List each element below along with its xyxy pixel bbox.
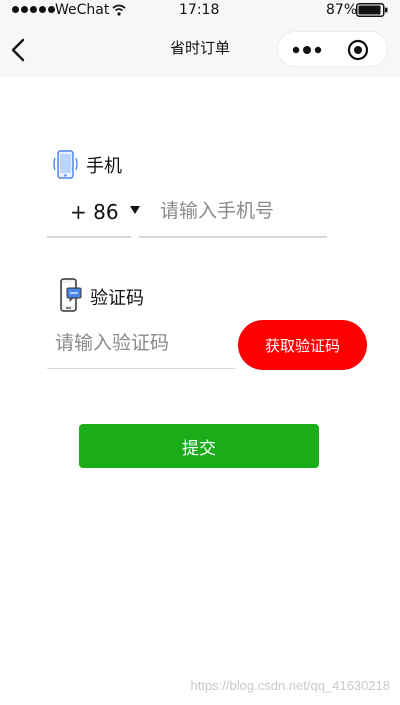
submit-button[interactable]: 提交: [79, 424, 319, 468]
battery-percentage: 87%: [326, 2, 358, 18]
more-dots-icon[interactable]: [292, 43, 322, 57]
country-code-value: + 86: [70, 200, 119, 224]
wifi-icon: [112, 4, 126, 16]
country-code-select[interactable]: + 86: [47, 190, 140, 236]
phone-input-underline: [139, 236, 327, 238]
carrier-name: WeChat: [55, 2, 110, 18]
mobile-phone-icon: [53, 150, 78, 179]
navigation-bar: 省时订单: [0, 20, 400, 77]
verification-code-input[interactable]: [55, 328, 233, 358]
mini-program-capsule: [277, 31, 388, 67]
signal-strength-icon: [12, 6, 55, 13]
chevron-left-icon[interactable]: [10, 38, 28, 62]
battery-icon: [356, 3, 388, 17]
code-label-row: 验证码: [58, 278, 144, 316]
dropdown-arrow-icon: [130, 206, 140, 214]
phone-message-icon: [60, 278, 82, 312]
country-code-underline: [47, 236, 131, 238]
target-circle-icon[interactable]: [347, 39, 369, 61]
code-label: 验证码: [90, 288, 144, 309]
phone-label: 手机: [86, 156, 122, 177]
watermark: https://blog.csdn.net/qq_41630218: [190, 678, 391, 693]
phone-label-row: 手机: [52, 150, 122, 180]
get-code-button[interactable]: 获取验证码: [238, 320, 367, 370]
phone-number-input[interactable]: [160, 196, 325, 226]
status-bar: WeChat 17:18 87%: [0, 0, 400, 20]
code-input-underline: [47, 368, 235, 369]
clock: 17:18: [179, 2, 220, 18]
